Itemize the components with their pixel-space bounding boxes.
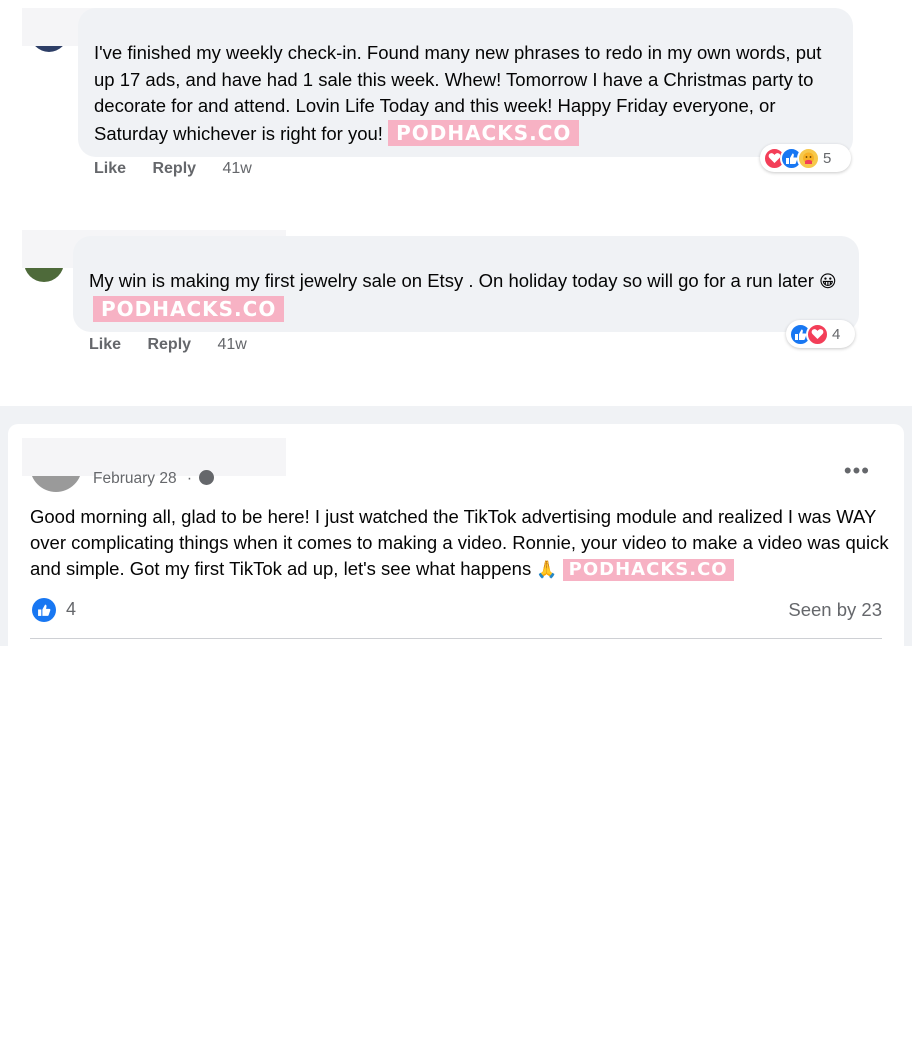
comment-bubble: My win is making my first jewelry sale o… [73,236,859,332]
post-text: Good morning all, glad to be here! I jus… [30,506,889,579]
comment-actions: Like Reply 41w [89,336,247,354]
divider [30,638,882,639]
comment-bubble: I've finished my weekly check-in. Found … [78,8,853,157]
reaction-count: 4 [832,325,841,343]
comment-timestamp[interactable]: 41w [218,336,247,354]
comment-timestamp[interactable]: 41w [223,160,252,178]
like-link[interactable]: Like [94,160,126,178]
members-icon [199,470,215,485]
more-options-icon[interactable]: ••• [844,458,870,484]
heart-icon [806,322,829,346]
reply-link[interactable]: Reply [147,336,191,354]
watermark-label: PODHACKS.CO [562,559,734,581]
comment-text-wrap: I've finished my weekly check-in. Found … [94,40,829,147]
comment-text-wrap: My win is making my first jewelry sale o… [89,268,849,323]
comment-card-2: My win is making my first jewelry sale o… [0,184,912,406]
reply-link[interactable]: Reply [152,160,196,178]
post-meta: February 28 · [93,470,215,488]
like-link[interactable]: Like [89,336,121,354]
like-icon[interactable] [32,598,56,622]
reaction-summary[interactable]: 4 [786,320,855,348]
post-like-count[interactable]: 4 [66,599,76,620]
smile-emoji: 😀 [819,272,837,291]
comment-text: My win is making my first jewelry sale o… [89,270,814,291]
separator-dot: · [186,470,193,487]
post-body: Good morning all, glad to be here! I jus… [30,504,896,583]
comment-actions: Like Reply 41w [94,160,252,178]
seen-by-count[interactable]: Seen by 23 [788,599,882,621]
post-date[interactable]: February 28 [93,470,177,487]
watermark-label: PODHACKS.CO [388,119,580,146]
post-card: February 28 · ••• Good morning all, glad… [8,424,904,646]
comment-card-1: I've finished my weekly check-in. Found … [0,0,912,184]
care-icon [797,146,820,170]
reaction-count: 5 [823,149,832,167]
pray-emoji: 🙏 [536,560,558,579]
watermark-label: PODHACKS.CO [93,295,285,322]
reaction-summary[interactable]: 5 [760,144,851,172]
